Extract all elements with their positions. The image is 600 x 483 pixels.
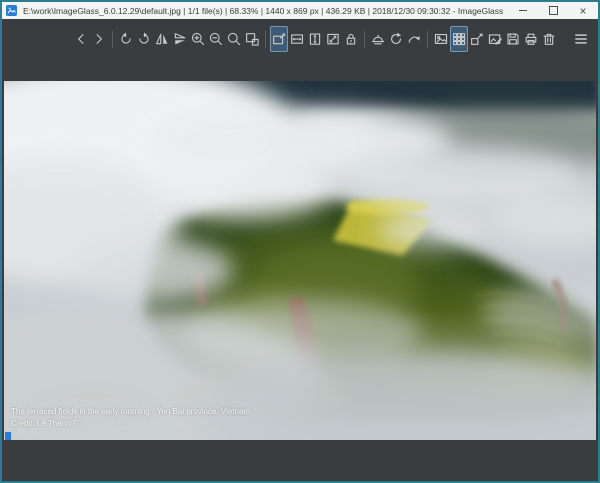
close-button[interactable]: × [568,2,598,19]
scale-to-width-button[interactable] [288,26,306,52]
scale-height-icon [307,31,323,47]
delete-button[interactable] [540,26,558,52]
zoom-lock-button[interactable] [342,26,360,52]
checkerboard-button[interactable] [450,26,468,52]
auto-zoom-button[interactable] [270,26,288,52]
minimize-button[interactable] [508,2,538,19]
toolbar [2,19,598,59]
caption-line-2: Credit: Lê Thanh Tú [11,418,250,430]
window-controls: × [508,2,598,19]
toolbar-separator [364,31,365,48]
next-button[interactable] [90,26,108,52]
picture-icon [433,31,449,47]
window-fit-button[interactable] [243,26,261,52]
print-button[interactable] [522,26,540,52]
rotate-right-button[interactable] [135,26,153,52]
imageglass-window: E:\work\ImageGlass_6.0.12.29\default.jpg… [0,0,600,483]
zoom-out-icon [208,31,224,47]
scale-fit-icon [325,31,341,47]
scale-to-fit-button[interactable] [324,26,342,52]
titlebar[interactable]: E:\work\ImageGlass_6.0.12.29\default.jpg… [2,2,598,19]
rotate-left-button[interactable] [117,26,135,52]
slideshow-icon [370,31,386,47]
printer-icon [523,31,539,47]
actual-size-button[interactable] [225,26,243,52]
photo-image [4,81,596,440]
scale-width-icon [289,31,305,47]
rotate-left-icon [118,31,134,47]
zoom-in-icon [190,31,206,47]
resize-button[interactable] [468,26,486,52]
maximize-icon [549,6,558,15]
toolbar-separator [427,31,428,48]
save-button[interactable] [504,26,522,52]
lock-icon [343,31,359,47]
photo-canvas[interactable]: The terraced fields in the early morning… [4,81,596,440]
trash-icon [541,31,557,47]
previous-button[interactable] [72,26,90,52]
convert-button[interactable] [405,26,423,52]
main-menu-button[interactable] [572,26,590,52]
close-icon: × [579,5,586,17]
edit-image-icon [487,31,503,47]
slideshow-button[interactable] [369,26,387,52]
toolbar-separator [112,31,113,48]
maximize-button[interactable] [538,2,568,19]
photo-caption: The terraced fields in the early morning… [11,406,250,430]
zoom-in-button[interactable] [189,26,207,52]
hamburger-menu-icon [573,31,589,47]
scale-to-height-button[interactable] [306,26,324,52]
flip-vertical-icon [172,31,188,47]
redo-arrow-icon [406,31,422,47]
window-title: E:\work\ImageGlass_6.0.12.29\default.jpg… [23,6,508,16]
photo-watermark [5,432,11,440]
window-fit-icon [244,31,260,47]
save-icon [505,31,521,47]
flip-horizontal-button[interactable] [153,26,171,52]
zoom-out-button[interactable] [207,26,225,52]
minimize-icon [519,10,527,11]
chevron-right-icon [91,31,107,47]
refresh-button[interactable] [387,26,405,52]
chevron-left-icon [73,31,89,47]
caption-line-1: The terraced fields in the early morning… [11,406,250,418]
picture-button[interactable] [432,26,450,52]
rotate-right-icon [136,31,152,47]
toolbar-separator [265,31,266,48]
magnifier-icon [226,31,242,47]
flip-vertical-button[interactable] [171,26,189,52]
resize-icon [469,31,485,47]
auto-zoom-icon [271,31,287,47]
checkerboard-icon [451,31,467,47]
flip-horizontal-icon [154,31,170,47]
refresh-icon [388,31,404,47]
edit-button[interactable] [486,26,504,52]
app-logo-icon [6,5,17,16]
